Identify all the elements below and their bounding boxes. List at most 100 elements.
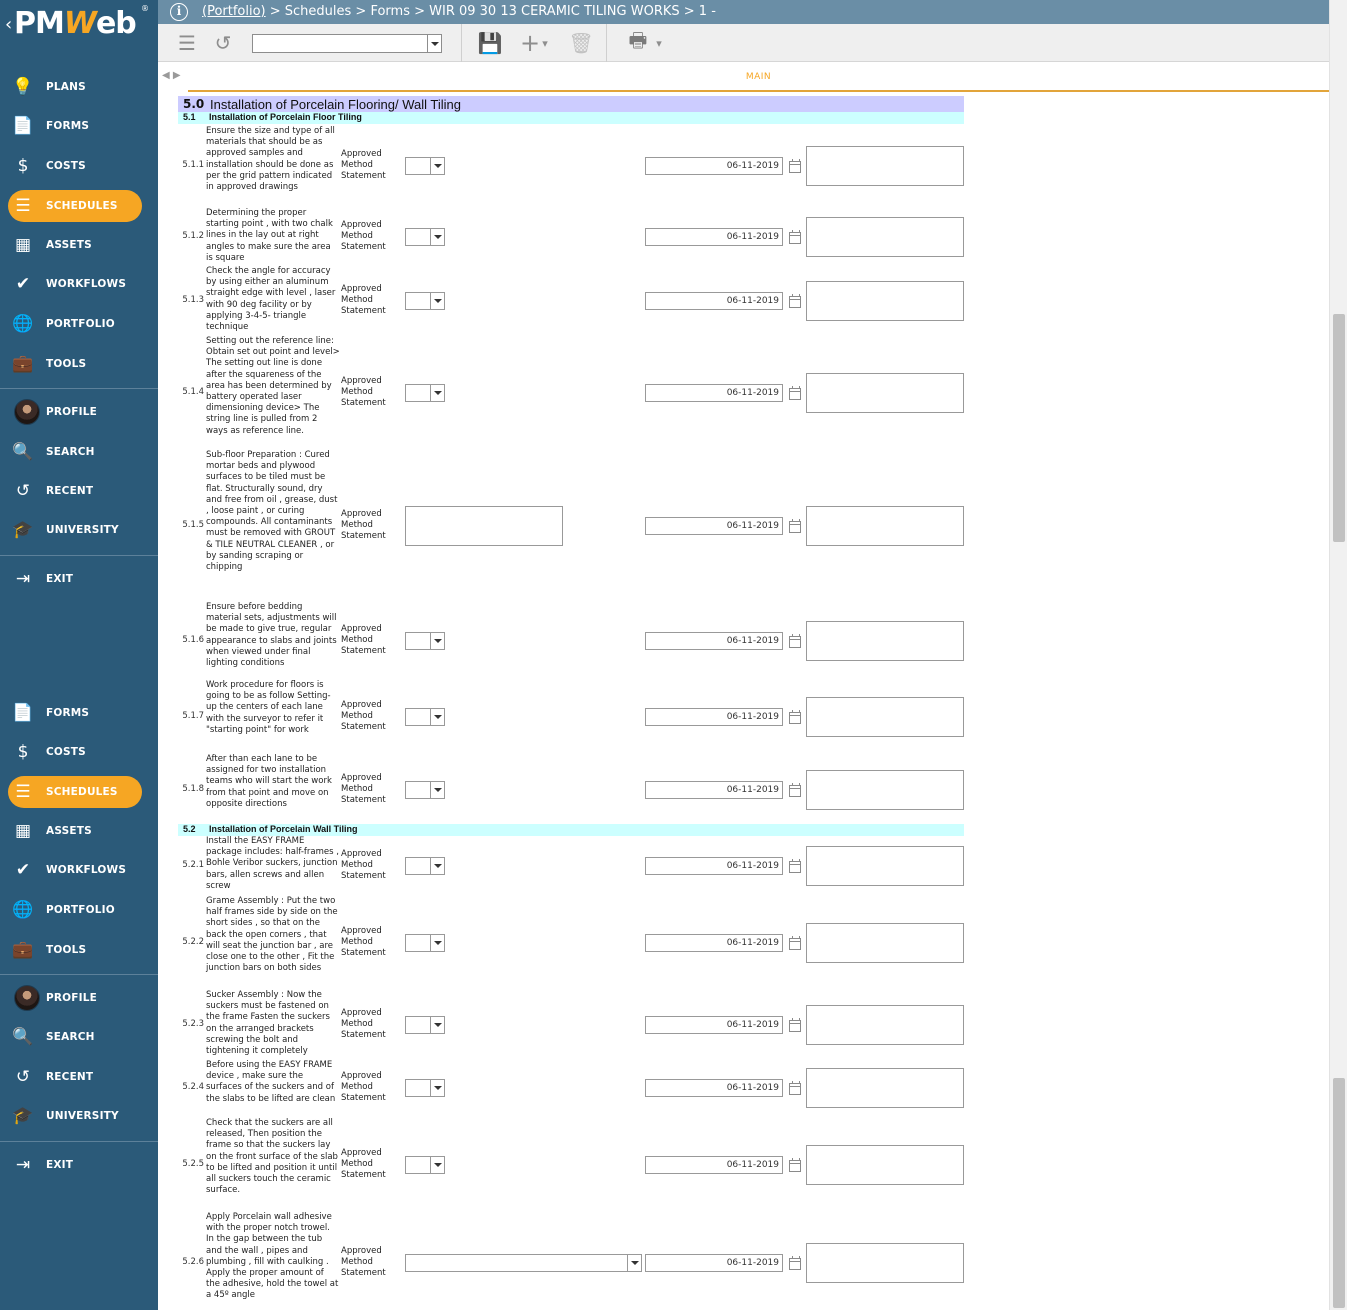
- date-input[interactable]: 06-11-2019: [645, 517, 783, 535]
- sidebar-item-portfolio[interactable]: 🌐 PORTFOLIO: [0, 894, 158, 926]
- tab-scroll-arrows-icon[interactable]: ◀ ▶: [162, 70, 181, 81]
- date-input[interactable]: 06-11-2019: [645, 292, 783, 310]
- chevron-down-icon[interactable]: [627, 1255, 641, 1271]
- remarks-textbox[interactable]: [806, 373, 964, 413]
- date-input[interactable]: 06-11-2019: [645, 632, 783, 650]
- remarks-textbox[interactable]: [806, 217, 964, 257]
- chevron-down-icon[interactable]: [430, 158, 444, 174]
- print-dropdown-caret-icon[interactable]: ▾: [654, 31, 664, 55]
- sidebar-item-recent[interactable]: ↺ RECENT: [0, 475, 158, 507]
- chevron-down-icon[interactable]: [430, 935, 444, 951]
- sidebar-item-search[interactable]: 🔍 SEARCH: [0, 1021, 158, 1053]
- chevron-down-icon[interactable]: [430, 293, 444, 309]
- date-input[interactable]: 06-11-2019: [645, 1079, 783, 1097]
- calendar-icon[interactable]: [789, 936, 801, 950]
- sidebar-item-tools[interactable]: 💼 TOOLS: [0, 348, 158, 380]
- add-icon[interactable]: +: [520, 29, 540, 57]
- remarks-textbox[interactable]: [806, 1005, 964, 1045]
- remarks-textbox[interactable]: [806, 621, 964, 661]
- sidebar-item-plans[interactable]: 💡 PLANS: [0, 71, 158, 103]
- calendar-icon[interactable]: [789, 783, 801, 797]
- add-dropdown-caret-icon[interactable]: ▾: [540, 31, 550, 55]
- calendar-icon[interactable]: [789, 386, 801, 400]
- sidebar-item-university[interactable]: 🎓 UNIVERSITY: [0, 1100, 158, 1132]
- status-select[interactable]: [405, 384, 445, 402]
- date-input[interactable]: 06-11-2019: [645, 157, 783, 175]
- sidebar-item-forms[interactable]: 📄 FORMS: [0, 697, 158, 729]
- calendar-icon[interactable]: [789, 230, 801, 244]
- record-select[interactable]: [252, 34, 442, 53]
- chevron-down-icon[interactable]: [430, 633, 444, 649]
- status-select[interactable]: [405, 1016, 445, 1034]
- sidebar-item-portfolio[interactable]: 🌐 PORTFOLIO: [0, 308, 158, 340]
- chevron-down-icon[interactable]: [430, 858, 444, 874]
- calendar-icon[interactable]: [789, 1018, 801, 1032]
- scrollbar-thumb-lower[interactable]: [1333, 1078, 1345, 1308]
- date-input[interactable]: 06-11-2019: [645, 781, 783, 799]
- calendar-icon[interactable]: [789, 1081, 801, 1095]
- list-icon[interactable]: ☰: [176, 31, 198, 55]
- calendar-icon[interactable]: [789, 1158, 801, 1172]
- sidebar-item-search[interactable]: 🔍 SEARCH: [0, 436, 158, 468]
- sidebar-item-profile[interactable]: PROFILE: [0, 982, 158, 1014]
- remarks-textbox[interactable]: [806, 923, 964, 963]
- date-input[interactable]: 06-11-2019: [645, 857, 783, 875]
- status-textbox[interactable]: [405, 506, 563, 546]
- calendar-icon[interactable]: [789, 634, 801, 648]
- status-select[interactable]: [405, 228, 445, 246]
- chevron-down-icon[interactable]: [430, 1080, 444, 1096]
- status-select[interactable]: [405, 292, 445, 310]
- status-select[interactable]: [405, 934, 445, 952]
- sidebar-item-profile[interactable]: PROFILE: [0, 396, 158, 428]
- remarks-textbox[interactable]: [806, 1145, 964, 1185]
- chevron-down-icon[interactable]: [430, 229, 444, 245]
- record-select-arrow-icon[interactable]: [427, 35, 441, 52]
- status-select[interactable]: [405, 1254, 642, 1272]
- status-select[interactable]: [405, 632, 445, 650]
- date-input[interactable]: 06-11-2019: [645, 1156, 783, 1174]
- remarks-textbox[interactable]: [806, 1068, 964, 1108]
- date-input[interactable]: 06-11-2019: [645, 228, 783, 246]
- undo-icon[interactable]: ↺: [212, 31, 234, 55]
- date-input[interactable]: 06-11-2019: [645, 708, 783, 726]
- sidebar-item-workflows[interactable]: ✔ WORKFLOWS: [0, 268, 158, 300]
- breadcrumb-portfolio-link[interactable]: (Portfolio): [202, 4, 266, 19]
- pmweb-logo[interactable]: ‹ PMWeb ®: [0, 0, 158, 48]
- info-icon[interactable]: i: [170, 3, 188, 21]
- remarks-textbox[interactable]: [806, 770, 964, 810]
- sidebar-item-schedules[interactable]: ☰ SCHEDULES: [0, 776, 158, 808]
- calendar-icon[interactable]: [789, 710, 801, 724]
- status-select[interactable]: [405, 857, 445, 875]
- tab-main[interactable]: MAIN: [188, 62, 1329, 92]
- remarks-textbox[interactable]: [806, 697, 964, 737]
- print-icon[interactable]: 🖶: [626, 28, 650, 55]
- sidebar-item-schedules[interactable]: ☰ SCHEDULES: [0, 190, 158, 222]
- sidebar-item-costs[interactable]: $ COSTS: [0, 736, 158, 768]
- remarks-textbox[interactable]: [806, 281, 964, 321]
- sidebar-item-assets[interactable]: ▦ ASSETS: [0, 815, 158, 847]
- status-select[interactable]: [405, 781, 445, 799]
- scrollbar-thumb[interactable]: [1333, 314, 1345, 542]
- calendar-icon[interactable]: [789, 294, 801, 308]
- sidebar-item-recent[interactable]: ↺ RECENT: [0, 1061, 158, 1093]
- chevron-down-icon[interactable]: [430, 1017, 444, 1033]
- chevron-down-icon[interactable]: [430, 709, 444, 725]
- sidebar-item-forms[interactable]: 📄 FORMS: [0, 110, 158, 142]
- date-input[interactable]: 06-11-2019: [645, 1254, 783, 1272]
- calendar-icon[interactable]: [789, 1256, 801, 1270]
- chevron-down-icon[interactable]: [430, 385, 444, 401]
- sidebar-item-exit[interactable]: ⇥ EXIT: [0, 563, 158, 595]
- vertical-scrollbar[interactable]: [1329, 0, 1347, 1310]
- status-select[interactable]: [405, 157, 445, 175]
- remarks-textbox[interactable]: [806, 846, 964, 886]
- sidebar-item-university[interactable]: 🎓 UNIVERSITY: [0, 514, 158, 546]
- chevron-down-icon[interactable]: [430, 1157, 444, 1173]
- sidebar-item-exit[interactable]: ⇥ EXIT: [0, 1149, 158, 1181]
- date-input[interactable]: 06-11-2019: [645, 1016, 783, 1034]
- status-select[interactable]: [405, 708, 445, 726]
- sidebar-item-costs[interactable]: $ COSTS: [0, 150, 158, 182]
- remarks-textbox[interactable]: [806, 1243, 964, 1283]
- sidebar-item-workflows[interactable]: ✔ WORKFLOWS: [0, 854, 158, 886]
- date-input[interactable]: 06-11-2019: [645, 934, 783, 952]
- sidebar-item-tools[interactable]: 💼 TOOLS: [0, 934, 158, 966]
